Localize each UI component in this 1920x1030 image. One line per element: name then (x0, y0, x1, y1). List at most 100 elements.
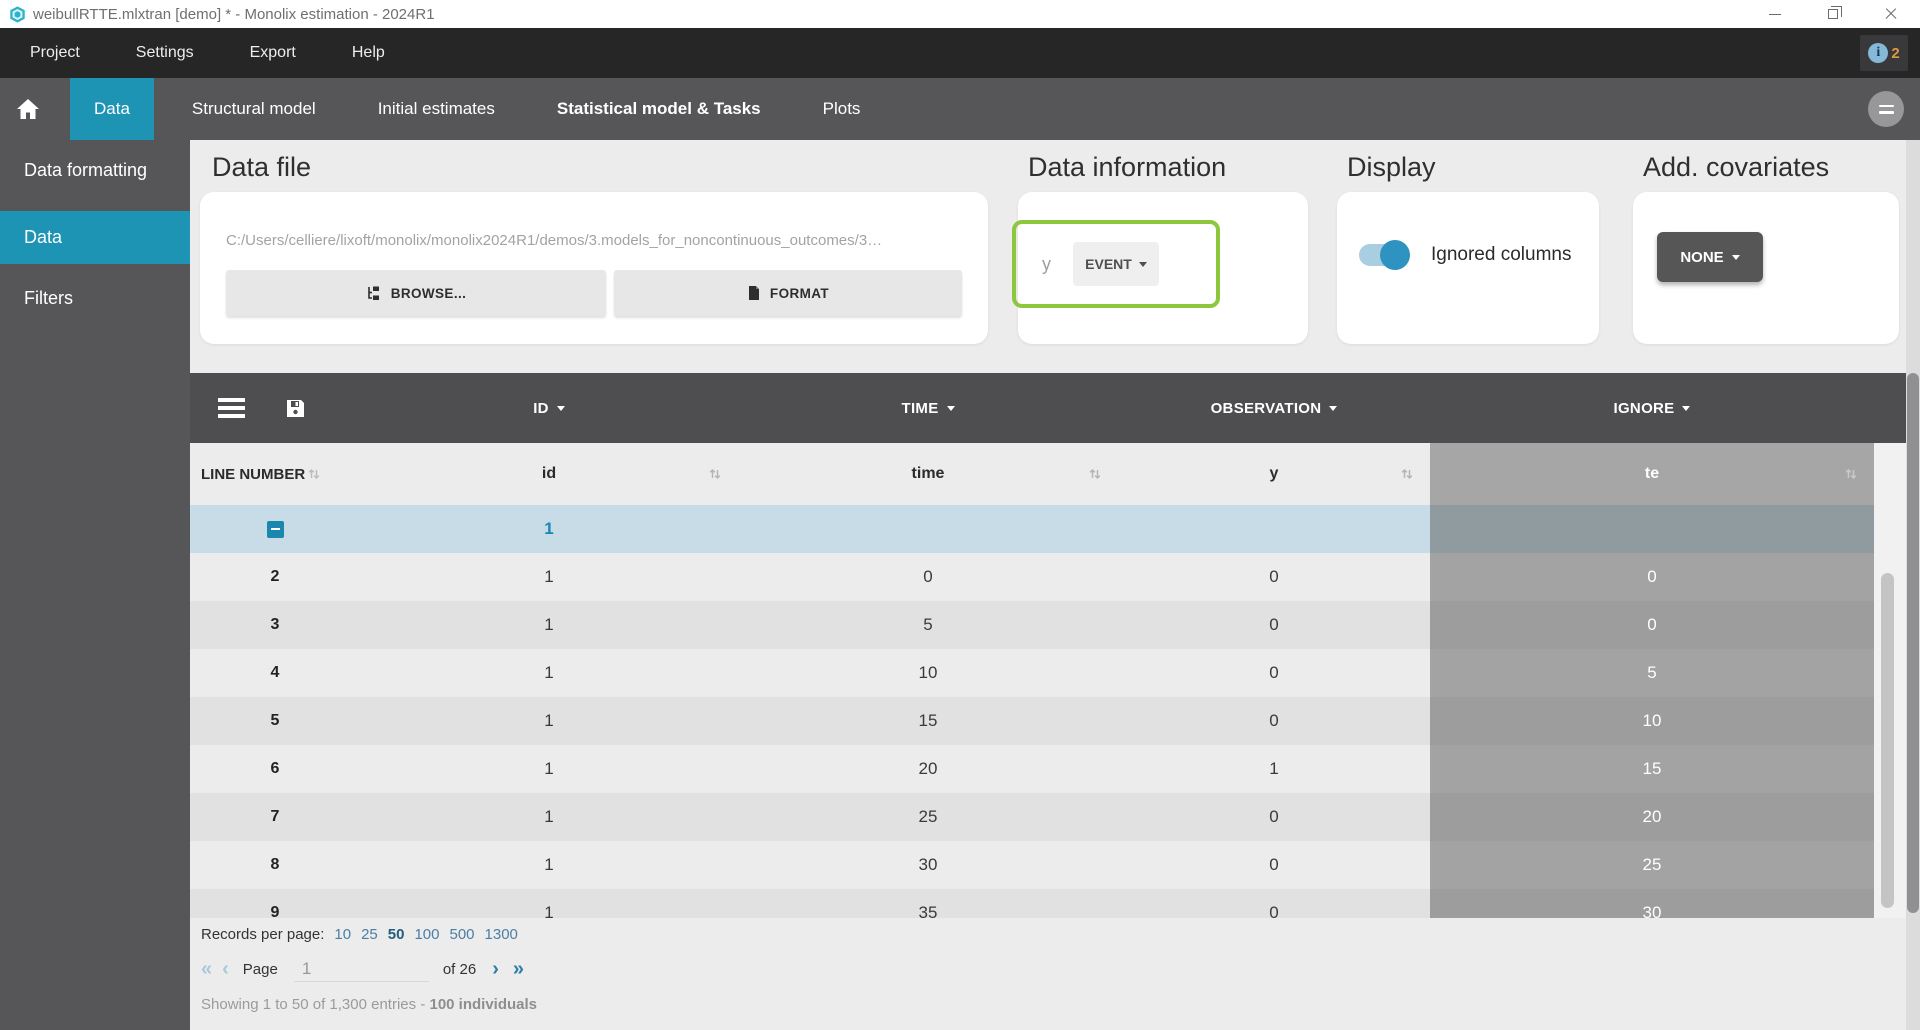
sort-icon[interactable] (307, 467, 321, 481)
column-header-time[interactable]: time (738, 443, 1118, 505)
tab-data[interactable]: Data (70, 78, 154, 140)
column-type-time-dropdown[interactable]: TIME (738, 400, 1118, 417)
column-header-te[interactable]: te (1430, 443, 1874, 505)
line-number-header-label: LINE NUMBER (201, 466, 305, 483)
per-page-option[interactable]: 50 (388, 926, 405, 943)
table-row[interactable]: 2 1 0 0 0 (190, 553, 1874, 601)
cell-time: 20 (738, 745, 1118, 793)
sort-icon[interactable] (708, 467, 722, 481)
table-row[interactable]: 5 1 15 0 10 (190, 697, 1874, 745)
add-covariates-title: Add. covariates (1643, 152, 1829, 183)
restore-button[interactable] (1804, 0, 1862, 28)
messages-icon[interactable] (1868, 91, 1904, 127)
window-scrollbar-thumb[interactable] (1907, 373, 1919, 913)
table-row[interactable]: 3 1 5 0 0 (190, 601, 1874, 649)
sort-icon[interactable] (1844, 467, 1858, 481)
per-page-option[interactable]: 10 (334, 926, 351, 943)
last-page-button[interactable]: » (513, 958, 524, 981)
ignored-columns-toggle[interactable] (1359, 244, 1407, 266)
column-type-ignore-dropdown[interactable]: IGNORE (1430, 400, 1874, 417)
cell-id: 1 (360, 745, 738, 793)
menu-export[interactable]: Export (222, 28, 324, 78)
next-page-button[interactable]: › (492, 958, 499, 981)
left-sidebar: Data formatting Data Filters (0, 140, 190, 1030)
cell-te: 20 (1430, 793, 1874, 841)
table-row[interactable]: 7 1 25 0 20 (190, 793, 1874, 841)
minimize-button[interactable] (1746, 0, 1804, 28)
browse-button[interactable]: BROWSE... (226, 270, 606, 316)
cell-y: 0 (1118, 841, 1430, 889)
cell-line-number: 4 (190, 649, 360, 697)
chevron-down-icon (1682, 406, 1690, 411)
home-button[interactable] (0, 78, 56, 140)
observation-type-highlight: y EVENT (1012, 220, 1220, 308)
cell-te: 30 (1430, 889, 1874, 918)
table-column-headers: LINE NUMBER id time y (190, 443, 1874, 505)
collapse-minus-icon[interactable] (267, 521, 284, 538)
per-page-option[interactable]: 1300 (485, 926, 518, 943)
add-covariates-card: NONE (1633, 192, 1899, 344)
column-type-ignore-label: IGNORE (1614, 400, 1675, 417)
per-page-option[interactable]: 25 (361, 926, 378, 943)
main-content: Data file Data information Display Add. … (190, 140, 1920, 1030)
menu-settings[interactable]: Settings (108, 28, 222, 78)
y-header-label: y (1270, 465, 1279, 483)
close-icon (1885, 8, 1897, 20)
menu-project[interactable]: Project (2, 28, 108, 78)
notifications-button[interactable]: i 2 (1860, 35, 1908, 71)
data-information-card: y EVENT (1018, 192, 1308, 344)
per-page-option[interactable]: 100 (414, 926, 439, 943)
chevron-down-icon (557, 406, 565, 411)
page-label: Page (243, 961, 278, 978)
column-type-observation-dropdown[interactable]: OBSERVATION (1118, 400, 1430, 417)
cell-id: 1 (360, 505, 738, 553)
menu-help[interactable]: Help (324, 28, 413, 78)
format-button[interactable]: FORMAT (614, 270, 962, 316)
main-tab-bar: Data Structural model Initial estimates … (0, 78, 1920, 140)
tab-initial-estimates[interactable]: Initial estimates (354, 78, 519, 140)
table-scrollbar[interactable] (1874, 443, 1906, 918)
data-file-path: C:/Users/celliere/lixoft/monolix/monolix… (226, 232, 962, 249)
table-row[interactable]: 1 (190, 505, 1874, 553)
id-header-label: id (542, 465, 556, 483)
close-button[interactable] (1862, 0, 1920, 28)
table-scrollbar-thumb[interactable] (1881, 573, 1894, 908)
table-row[interactable]: 6 1 20 1 15 (190, 745, 1874, 793)
cell-te: 10 (1430, 697, 1874, 745)
sidebar-item-data[interactable]: Data (0, 211, 190, 264)
browse-button-label: BROWSE... (391, 286, 467, 301)
cell-y: 0 (1118, 793, 1430, 841)
table-row[interactable]: 4 1 10 0 5 (190, 649, 1874, 697)
tab-statistical-model-tasks[interactable]: Statistical model & Tasks (533, 78, 785, 140)
line-number-text: 7 (271, 808, 280, 826)
window-scrollbar[interactable] (1906, 140, 1920, 1030)
table-toolbar: ID TIME OBSERVATION IGNORE (190, 373, 1920, 443)
display-card: Ignored columns (1337, 192, 1599, 344)
cell-y: 1 (1118, 745, 1430, 793)
chevron-down-icon (947, 406, 955, 411)
observation-type-dropdown[interactable]: EVENT (1073, 242, 1159, 286)
column-header-y[interactable]: y (1118, 443, 1430, 505)
line-number-text: 9 (271, 904, 280, 918)
table-row[interactable]: 8 1 30 0 25 (190, 841, 1874, 889)
covariates-dropdown[interactable]: NONE (1657, 232, 1763, 282)
data-information-title: Data information (1028, 152, 1226, 183)
sort-icon[interactable] (1088, 467, 1102, 481)
first-page-button[interactable]: « (201, 958, 212, 981)
cell-line-number: 5 (190, 697, 360, 745)
tab-structural-model[interactable]: Structural model (168, 78, 340, 140)
chevron-down-icon (1732, 255, 1740, 260)
column-header-id[interactable]: id (360, 443, 738, 505)
sort-icon[interactable] (1400, 467, 1414, 481)
column-type-id-dropdown[interactable]: ID (360, 400, 738, 417)
table-row[interactable]: 9 1 35 0 30 (190, 889, 1874, 918)
column-header-line-number[interactable]: LINE NUMBER (190, 443, 360, 505)
per-page-option[interactable]: 500 (450, 926, 475, 943)
save-icon[interactable] (286, 399, 305, 418)
sidebar-item-data-formatting[interactable]: Data formatting (0, 144, 190, 197)
page-input[interactable] (294, 957, 429, 982)
menu-icon[interactable] (218, 398, 245, 418)
previous-page-button[interactable]: ‹ (222, 958, 229, 981)
tab-plots[interactable]: Plots (799, 78, 885, 140)
sidebar-item-filters[interactable]: Filters (0, 272, 190, 325)
